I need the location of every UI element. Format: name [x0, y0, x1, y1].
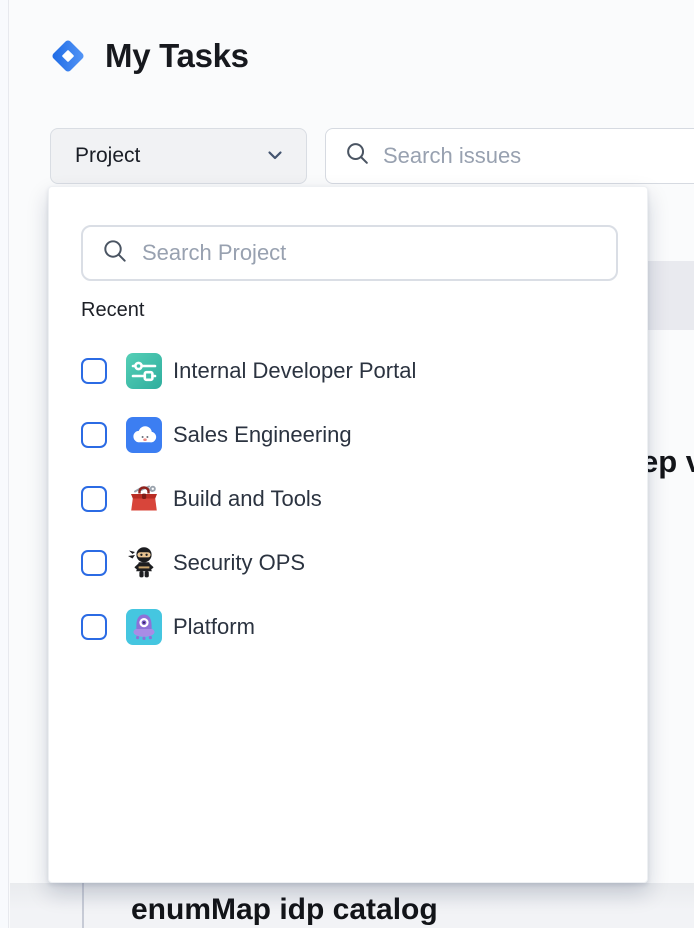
project-checkbox[interactable] [81, 550, 107, 576]
project-option-label: Build and Tools [173, 486, 322, 512]
project-option-list: Internal Developer Portal [49, 339, 647, 659]
project-option-build-and-tools[interactable]: Build and Tools [49, 467, 647, 531]
project-option-label: Internal Developer Portal [173, 358, 416, 384]
search-icon [344, 140, 371, 172]
project-dropdown-panel: Recent [48, 186, 648, 883]
background-divider-line [82, 883, 84, 928]
ninja-icon [126, 545, 162, 581]
project-option-security-ops[interactable]: Security OPS [49, 531, 647, 595]
recent-section-label: Recent [81, 299, 144, 322]
project-option-label: Sales Engineering [173, 422, 352, 448]
background-issue-title: enumMap idp catalog [131, 893, 438, 927]
project-option-internal-developer-portal[interactable]: Internal Developer Portal [49, 339, 647, 403]
project-filter-label: Project [75, 144, 140, 168]
left-rail [0, 0, 9, 928]
alien-icon [126, 609, 162, 645]
project-option-label: Platform [173, 614, 255, 640]
jira-logo-icon [48, 36, 88, 76]
project-checkbox[interactable] [81, 486, 107, 512]
search-project-box[interactable] [81, 225, 618, 281]
project-option-platform[interactable]: Platform [49, 595, 647, 659]
background-bottom-strip: enumMap idp catalog [10, 883, 694, 928]
toolbox-icon [126, 481, 162, 517]
dev-portal-sliders-icon [126, 353, 162, 389]
search-issues-box[interactable] [325, 128, 694, 184]
chevron-down-icon [264, 144, 286, 169]
project-option-sales-engineering[interactable]: Sales Engineering [49, 403, 647, 467]
project-filter-button[interactable]: Project [50, 128, 307, 184]
project-checkbox[interactable] [81, 422, 107, 448]
search-issues-input[interactable] [383, 143, 694, 169]
search-project-input[interactable] [142, 240, 602, 266]
project-checkbox[interactable] [81, 614, 107, 640]
cloud-face-icon [126, 417, 162, 453]
background-card-title-fragment: ep v [641, 444, 694, 480]
page-title: My Tasks [105, 37, 249, 75]
header: My Tasks [48, 36, 249, 76]
search-icon [101, 237, 129, 270]
project-option-label: Security OPS [173, 550, 305, 576]
my-tasks-screen: My Tasks Project ep v enumMap idp catalo… [0, 0, 694, 928]
project-checkbox[interactable] [81, 358, 107, 384]
